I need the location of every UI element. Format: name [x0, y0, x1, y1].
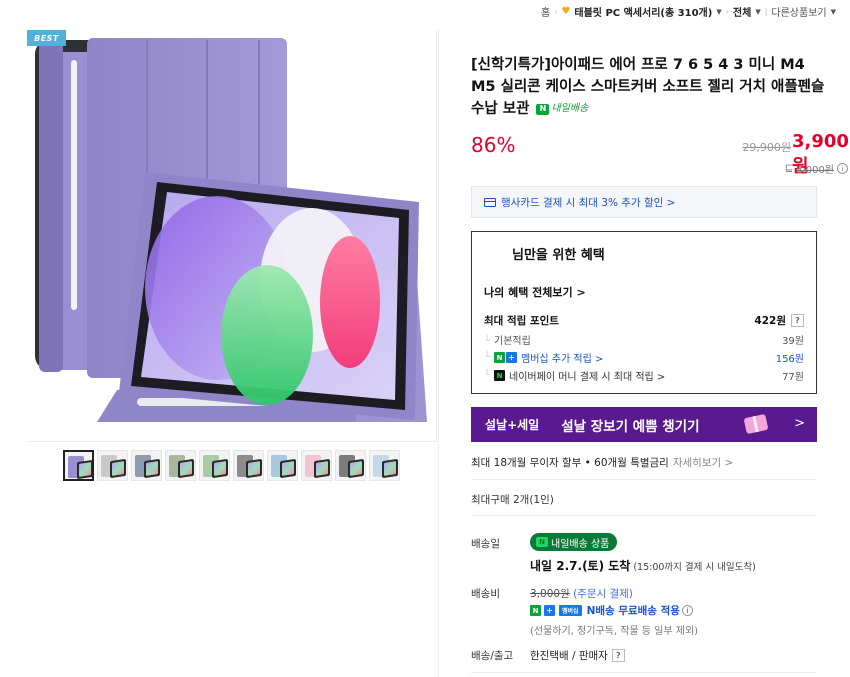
sub-price: ⊑ 3,000원 i	[785, 161, 848, 176]
ship-fee: 3,000원 (주문시 결제)	[530, 586, 633, 601]
branch-icon: └	[484, 352, 491, 363]
coupon-icon: ⊑	[784, 163, 794, 174]
courier-label: 배송/출고	[471, 650, 514, 662]
section-divider	[471, 479, 817, 480]
thumbnail-strip	[63, 450, 400, 481]
benefit-title: 님만을 위한 혜택	[512, 248, 605, 263]
breadcrumb-category[interactable]: 태블릿 PC 액세서리(총 310개)	[574, 4, 712, 19]
card-discount-text: 행사카드 결제 시 최대 3% 추가 할인 >	[501, 196, 676, 209]
naver-n-icon: N	[536, 103, 550, 115]
question-icon[interactable]: ?	[611, 649, 625, 662]
chevron-right-icon: >	[794, 416, 805, 431]
promo-label: 설날+세일	[485, 418, 540, 432]
gift-icon	[743, 413, 769, 435]
naverpay-points-link[interactable]: 네이버페이 머니 결제 시 최대 적립 >	[509, 368, 665, 383]
chevron-down-icon[interactable]: ▼	[716, 8, 721, 16]
naverpay-points-row: └ N 네이버페이 머니 결제 시 최대 적립 > 77원	[484, 368, 804, 383]
installment-info: 최대 18개월 무이자 할부 • 60개월 특별금리 자세히보기 >	[471, 455, 733, 470]
basic-points-value: 39원	[782, 336, 804, 347]
ship-fee-label: 배송비	[471, 588, 500, 600]
section-divider	[471, 672, 817, 673]
free-shipping-text: N배송 무료배송 적용	[586, 605, 680, 617]
best-badge: BEST	[27, 30, 66, 46]
chevron-down-icon[interactable]: ▼	[831, 8, 836, 16]
max-points-value: 422원	[754, 315, 786, 327]
membership-points-row: └ N + 멤버십 추가 적립 > 156원	[484, 350, 804, 365]
gallery-divider	[27, 441, 437, 442]
basic-points-row: └ 기본적립 39원	[484, 332, 804, 347]
ship-date: 내일 2.7.(토) 도착 (15:00까지 결제 시 내일도착)	[530, 557, 756, 574]
ship-fee-original: 3,000원	[530, 588, 570, 600]
thumbnail-5[interactable]	[199, 450, 230, 481]
thumbnail-2[interactable]	[97, 450, 128, 481]
thumbnail-10[interactable]	[369, 450, 400, 481]
breadcrumb-home[interactable]: 홈	[541, 4, 550, 19]
delivery-tag: N 내일배송	[536, 98, 588, 120]
question-icon[interactable]: ?	[791, 314, 804, 327]
free-shipping-row: N + 멤버십 N배송 무료배송 적용 i	[530, 603, 693, 618]
original-price: 29,900원	[742, 141, 791, 154]
info-icon[interactable]: i	[837, 163, 848, 174]
info-icon[interactable]: i	[681, 605, 693, 616]
max-points-row: 최대 적립 포인트 422원 ?	[484, 313, 804, 328]
product-image-panel: BEST	[27, 30, 437, 442]
branch-icon: └	[484, 370, 491, 381]
thumbnail-6[interactable]	[233, 450, 264, 481]
product-title-text: [신학기특가]아이패드 에어 프로 7 6 5 4 3 미니 M4 M5 실리콘…	[471, 57, 825, 117]
installment-more-link[interactable]: 자세히보기 >	[673, 455, 733, 470]
promo-title: 설날 장보기 예쁨 챙기기	[561, 418, 700, 435]
plus-icon: +	[506, 352, 518, 363]
naver-n-icon: N	[494, 352, 506, 363]
ship-fee-condition: (주문시 결제)	[573, 588, 633, 600]
naver-n-icon: N	[530, 605, 541, 616]
product-image[interactable]	[27, 30, 437, 442]
membership-points-value: 156원	[775, 354, 804, 365]
chevron-right-icon: ›	[554, 7, 558, 16]
max-points-label: 최대 적립 포인트	[484, 315, 559, 327]
discount-rate: 86%	[471, 133, 516, 157]
thumbnail-9[interactable]	[335, 450, 366, 481]
free-shipping-note: (선물하기, 정기구독, 작물 등 일부 제외)	[530, 626, 699, 637]
ship-date-note: (15:00까지 결제 시 내일도착)	[633, 562, 756, 573]
breadcrumb-filter[interactable]: 전체	[733, 4, 751, 19]
breadcrumb: 홈 › ♥ 태블릿 PC 액세서리(총 310개) ▼ › 전체 ▼ | 다른상…	[541, 4, 836, 19]
product-info-panel: [신학기특가]아이패드 에어 프로 7 6 5 4 3 미니 M4 M5 실리콘…	[438, 30, 850, 677]
heart-icon: ♥	[561, 6, 571, 17]
delivery-tag-label: 내일배송	[551, 103, 589, 114]
thumbnail-4[interactable]	[165, 450, 196, 481]
courier-info: 한진택배 / 판매자 ?	[530, 648, 625, 663]
thumbnail-8[interactable]	[301, 450, 332, 481]
sub-price-value: 3,000원	[796, 165, 834, 176]
thumbnail-7[interactable]	[267, 450, 298, 481]
ship-date-value: 내일 2.7.(토) 도착	[530, 559, 631, 573]
my-benefits-link[interactable]: 나의 혜택 전체보기 >	[484, 284, 586, 300]
basic-points-label: 기본적립	[494, 336, 531, 347]
card-discount-banner[interactable]: 행사카드 결제 시 최대 3% 추가 할인 >	[471, 186, 817, 218]
promo-banner[interactable]: 설날+세일 설날 장보기 예쁨 챙기기 >	[471, 407, 817, 442]
product-title: [신학기특가]아이패드 에어 프로 7 6 5 4 3 미니 M4 M5 실리콘…	[471, 54, 827, 120]
delivery-badge: N 내일배송 상품	[530, 533, 618, 551]
branch-icon: └	[484, 336, 491, 347]
plus-icon: +	[544, 605, 555, 616]
ship-date-label: 배송일	[471, 538, 500, 550]
chevron-right-icon: ›	[725, 7, 729, 16]
courier-value: 한진택배 / 판매자	[530, 650, 608, 662]
section-divider	[471, 515, 817, 516]
divider: |	[764, 7, 768, 16]
installment-text: 최대 18개월 무이자 할부 • 60개월 특별금리	[471, 457, 669, 469]
chevron-down-icon[interactable]: ▼	[755, 8, 760, 16]
max-purchase: 최대구매 2개(1인)	[471, 494, 554, 506]
naverpay-icon: N	[494, 370, 506, 381]
breadcrumb-other-products[interactable]: 다른상품보기	[771, 4, 826, 19]
naver-n-icon: N	[536, 537, 548, 547]
membership-points-link[interactable]: 멤버십 추가 적립 >	[521, 350, 603, 365]
naverpay-points-value: 77원	[782, 372, 804, 383]
membership-badge: 멤버십	[559, 605, 582, 616]
thumbnail-3[interactable]	[131, 450, 162, 481]
benefit-box: 님만을 위한 혜택 나의 혜택 전체보기 > 최대 적립 포인트 422원 ? …	[471, 231, 817, 394]
delivery-badge-text: 내일배송 상품	[551, 538, 610, 550]
credit-card-icon	[484, 197, 496, 207]
thumbnail-1[interactable]	[63, 450, 94, 481]
